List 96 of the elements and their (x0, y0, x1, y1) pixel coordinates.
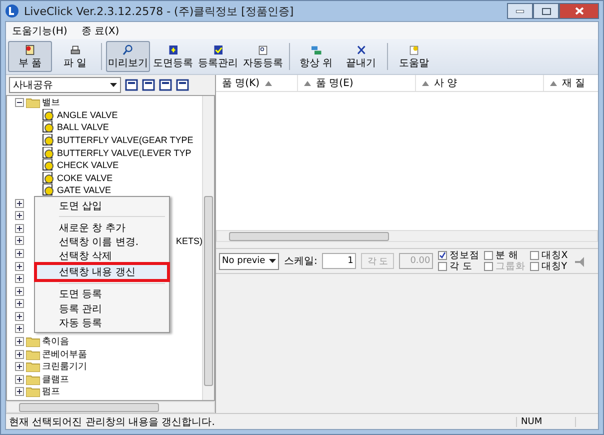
expand-icon[interactable] (15, 324, 24, 334)
tree-item[interactable]: ANGLE VALVE (57, 110, 118, 120)
toolbar-button[interactable]: 등록관리 (196, 41, 240, 72)
part-file-icon (41, 159, 55, 172)
toolbar-button[interactable]: 도면등록 (151, 41, 195, 72)
expand-icon[interactable] (15, 236, 24, 246)
context-menu-item[interactable]: 등록 관리 (37, 301, 167, 316)
tree-item[interactable]: 콘베어부품 (42, 348, 87, 361)
dropdown-caret-icon (269, 259, 276, 263)
expand-icon[interactable] (15, 337, 24, 346)
tree-item[interactable]: COKE VALVE (57, 172, 113, 183)
option-checkbox[interactable]: 분 해 (484, 250, 526, 261)
column-header[interactable]: 재 질 (544, 75, 603, 91)
context-menu-item[interactable]: 도면 등록 (37, 286, 167, 302)
checkmark-icon (439, 252, 446, 259)
option-checkbox[interactable]: 대칭Y (530, 261, 568, 272)
collapse-icon[interactable] (15, 98, 24, 107)
sort-arrow-icon (422, 80, 429, 86)
tree-item[interactable]: BUTTERFLY VALVE(LEVER TYP (57, 148, 192, 158)
folder-icon (26, 386, 40, 398)
toolbar-button[interactable]: 항상 위 (294, 41, 338, 72)
tree-item[interactable]: 축이음 (42, 335, 69, 348)
toolbar-button[interactable]: 끝내기 (339, 41, 383, 72)
context-menu-item[interactable]: 자동 등록 (37, 316, 167, 330)
context-menu-item[interactable]: 새로운 창 추가 (37, 220, 167, 235)
folder-icon (26, 96, 40, 108)
toolbar-button[interactable]: 미리보기 (106, 41, 150, 72)
close-icon (574, 7, 584, 15)
expand-icon[interactable] (15, 387, 24, 396)
context-menu-item[interactable]: 선택창 이름 변경. (37, 234, 167, 250)
tree-item[interactable]: 클램프 (42, 372, 69, 386)
sort-arrow-icon (550, 80, 557, 86)
toolbar-button[interactable]: 부 품 (8, 41, 52, 72)
part-file-icon (41, 108, 55, 121)
context-menu-item[interactable]: 선택창 내용 갱신 (37, 264, 167, 279)
horizontal-scrollbar[interactable] (216, 230, 598, 242)
scale-input[interactable]: 1 (322, 253, 356, 269)
part-file-icon (41, 146, 55, 159)
status-message: 현재 선택되어진 관리창의 내용을 갱신합니다. (8, 416, 216, 428)
library-dropdown[interactable]: 사내공유 (9, 77, 121, 93)
vertical-scrollbar[interactable] (202, 96, 214, 400)
expand-icon[interactable] (15, 198, 24, 208)
toolbar-button[interactable]: 도움말 (392, 41, 436, 72)
tree-item[interactable]: BUTTERFLY VALVE(GEAR TYPE (57, 135, 194, 146)
context-menu-item[interactable]: 선택창 삭제 (37, 249, 167, 264)
menu-item[interactable]: 종 료(X) (81, 24, 120, 38)
option-checkbox[interactable]: 정보점 (438, 250, 480, 261)
expand-icon[interactable] (15, 262, 24, 271)
maximize-button[interactable] (533, 3, 559, 19)
toolbar-button[interactable]: 파 일 (53, 41, 97, 72)
tree-item[interactable]: GATE VALVE (57, 185, 112, 196)
tree-item[interactable]: KETS) (176, 236, 202, 246)
option-checkbox[interactable]: 대칭X (530, 250, 568, 261)
dropdown-caret-icon (110, 83, 117, 87)
expand-icon[interactable] (15, 350, 24, 359)
folder-icon (26, 361, 40, 372)
window-title: LiveClick Ver.2.3.12.2578 - (주)클릭정보 [정품인증] (24, 4, 294, 18)
menu-item[interactable]: 도움기능(H) (12, 24, 68, 38)
tree-item[interactable]: 밸브 (42, 96, 60, 109)
folder-icon (26, 374, 40, 385)
part-file-icon (41, 172, 55, 184)
tree-item[interactable]: BALL VALVE (57, 122, 109, 132)
expand-icon[interactable] (15, 286, 24, 296)
expand-icon[interactable] (15, 248, 24, 258)
window-tool-icon[interactable] (142, 79, 155, 91)
sort-arrow-icon (304, 80, 311, 86)
expand-icon[interactable] (15, 312, 24, 321)
num-lock-indicator: NUM (516, 416, 576, 426)
scale-label: 스케일: (284, 255, 318, 268)
expand-icon[interactable] (15, 224, 24, 233)
expand-icon[interactable] (15, 211, 24, 220)
tree-item[interactable]: 펌프 (42, 385, 60, 398)
column-header[interactable]: 품 명(K) (216, 75, 298, 91)
folder-icon (26, 348, 40, 360)
app-logo-icon (5, 4, 19, 18)
preview-mode-dropdown[interactable]: No previe (219, 252, 279, 270)
folder-icon (26, 336, 40, 348)
column-header[interactable]: 사 양 (416, 75, 544, 91)
option-checkbox[interactable]: 각 도 (438, 261, 480, 272)
maximize-icon (542, 8, 550, 14)
expand-icon[interactable] (15, 299, 24, 308)
expand-icon[interactable] (15, 374, 24, 384)
minimize-button[interactable] (507, 3, 533, 19)
tree-item[interactable]: 크린룸기기 (42, 360, 87, 374)
context-menu-item[interactable]: 도면 삽입 (37, 199, 167, 214)
expand-icon[interactable] (15, 274, 24, 284)
column-header[interactable]: 품 명(E) (298, 75, 416, 91)
toolbar-button[interactable]: 자동등록 (241, 41, 285, 72)
expand-icon[interactable] (15, 362, 24, 372)
part-file-icon (41, 121, 55, 134)
close-button[interactable] (559, 3, 599, 19)
sort-arrow-icon (264, 80, 272, 86)
tree-item[interactable]: CHECK VALVE (57, 160, 119, 170)
horizontal-scrollbar[interactable] (6, 401, 215, 413)
minimize-icon (516, 10, 524, 12)
part-file-icon (41, 134, 55, 146)
